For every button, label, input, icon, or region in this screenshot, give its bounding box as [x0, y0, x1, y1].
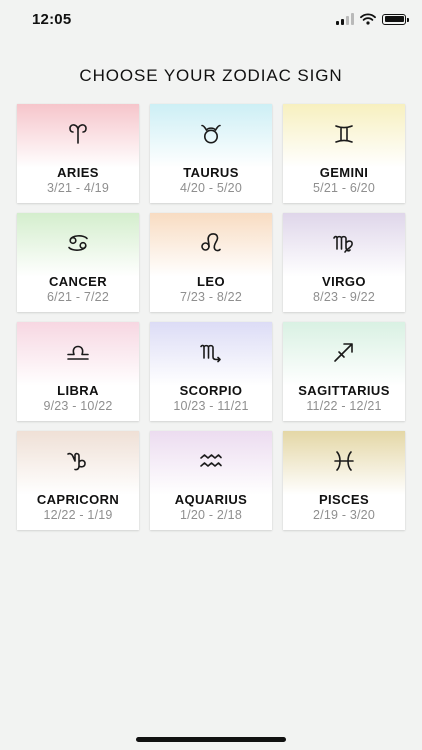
sign-dates: 9/23 - 10/22 [43, 399, 113, 413]
page-title: CHOOSE YOUR ZODIAC SIGN [79, 66, 343, 85]
capricorn-icon [63, 446, 93, 476]
home-indicator[interactable] [136, 737, 286, 742]
wifi-icon [360, 13, 376, 25]
sign-name: LIBRA [57, 383, 99, 398]
libra-icon [63, 337, 93, 367]
sign-dates: 3/21 - 4/19 [47, 181, 109, 195]
scorpio-icon [196, 337, 226, 367]
sign-dates: 4/20 - 5/20 [180, 181, 242, 195]
zodiac-card-aquarius[interactable]: AQUARIUS 1/20 - 2/18 [150, 431, 272, 530]
sign-dates: 1/20 - 2/18 [180, 508, 242, 522]
sign-dates: 6/21 - 7/22 [47, 290, 109, 304]
pisces-icon [329, 446, 359, 476]
zodiac-card-gemini[interactable]: GEMINI 5/21 - 6/20 [283, 104, 405, 203]
zodiac-card-virgo[interactable]: VIRGO 8/23 - 9/22 [283, 213, 405, 312]
sagittarius-icon [329, 337, 359, 367]
sign-name: VIRGO [322, 274, 366, 289]
gemini-icon [329, 119, 359, 149]
zodiac-card-sagittarius[interactable]: SAGITTARIUS 11/22 - 12/21 [283, 322, 405, 421]
sign-dates: 10/23 - 11/21 [173, 399, 249, 413]
zodiac-card-libra[interactable]: LIBRA 9/23 - 10/22 [17, 322, 139, 421]
sign-dates: 5/21 - 6/20 [313, 181, 375, 195]
virgo-icon [329, 228, 359, 258]
sign-dates: 11/22 - 12/21 [306, 399, 382, 413]
taurus-icon [196, 119, 226, 149]
sign-name: PISCES [318, 492, 370, 507]
sign-name: CANCER [48, 274, 107, 289]
sign-name: LEO [197, 274, 225, 289]
zodiac-grid: ARIES 3/21 - 4/19 TAURUS 4/20 - 5/20 GEM… [17, 104, 405, 530]
battery-icon [382, 13, 409, 25]
zodiac-card-pisces[interactable]: PISCES 2/19 - 3/20 [283, 431, 405, 530]
sign-name: SCORPIO [179, 383, 243, 398]
zodiac-card-scorpio[interactable]: SCORPIO 10/23 - 11/21 [150, 322, 272, 421]
sign-name: CAPRICORN [36, 492, 120, 507]
status-bar: 12:05 [0, 0, 422, 44]
leo-icon [196, 228, 226, 258]
cancer-icon [63, 228, 93, 258]
aquarius-icon [196, 446, 226, 476]
sign-dates: 12/22 - 1/19 [43, 508, 113, 522]
sign-name: GEMINI [319, 165, 369, 180]
zodiac-card-cancer[interactable]: CANCER 6/21 - 7/22 [17, 213, 139, 312]
zodiac-card-leo[interactable]: LEO 7/23 - 8/22 [150, 213, 272, 312]
sign-dates: 2/19 - 3/20 [313, 508, 375, 522]
zodiac-card-capricorn[interactable]: CAPRICORN 12/22 - 1/19 [17, 431, 139, 530]
aries-icon [63, 119, 93, 149]
zodiac-card-taurus[interactable]: TAURUS 4/20 - 5/20 [150, 104, 272, 203]
cellular-signal-icon [336, 13, 354, 25]
zodiac-card-aries[interactable]: ARIES 3/21 - 4/19 [17, 104, 139, 203]
sign-name: AQUARIUS [174, 492, 248, 507]
sign-name: SAGITTARIUS [298, 383, 390, 398]
sign-name: ARIES [57, 165, 99, 180]
sign-dates: 8/23 - 9/22 [313, 290, 375, 304]
status-icons [336, 13, 409, 25]
status-time: 12:05 [32, 11, 72, 28]
sign-dates: 7/23 - 8/22 [180, 290, 242, 304]
sign-name: TAURUS [183, 165, 239, 180]
